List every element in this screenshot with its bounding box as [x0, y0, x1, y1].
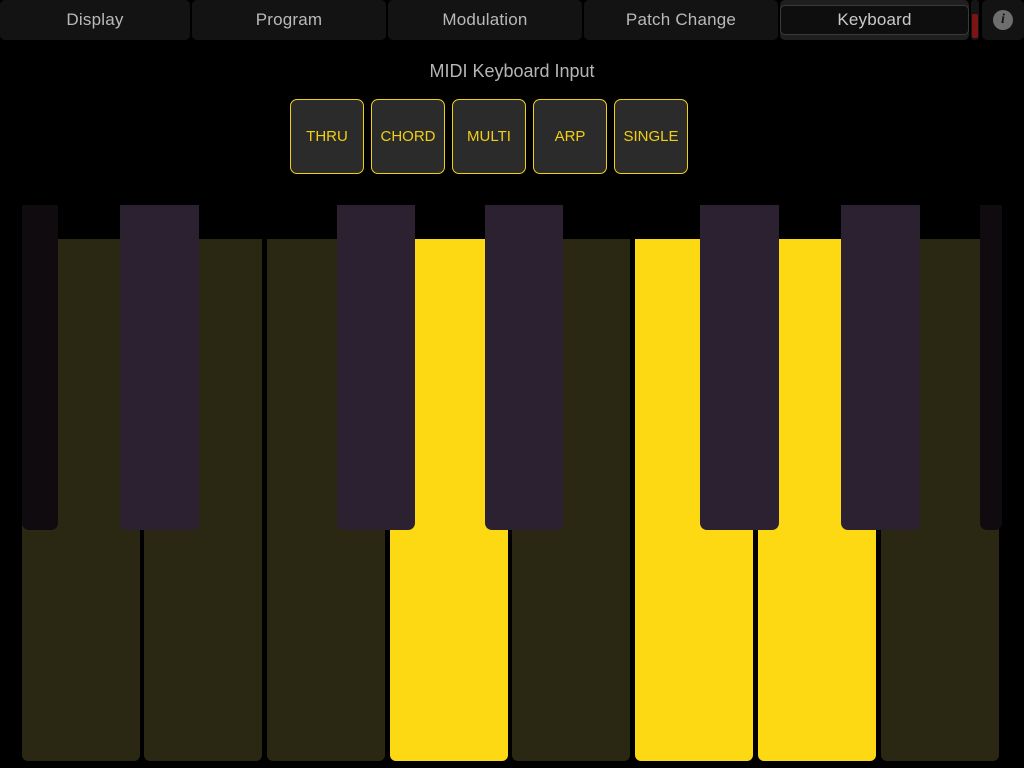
tab-label: Program — [256, 10, 323, 30]
tab-label: Patch Change — [626, 10, 736, 30]
info-icon: i — [993, 10, 1013, 30]
tab-display[interactable]: Display — [0, 0, 190, 40]
tab-keyboard[interactable]: Keyboard — [780, 0, 969, 40]
mode-button-multi[interactable]: MULTI — [452, 99, 526, 174]
mode-button-single[interactable]: SINGLE — [614, 99, 688, 174]
mode-button-label: SINGLE — [623, 128, 678, 145]
tab-modulation[interactable]: Modulation — [388, 0, 582, 40]
black-key[interactable] — [980, 205, 1002, 530]
mode-button-chord[interactable]: CHORD — [371, 99, 445, 174]
record-indicator — [971, 0, 979, 40]
black-key[interactable] — [22, 205, 58, 530]
tab-program[interactable]: Program — [192, 0, 386, 40]
tab-bar: Display Program Modulation Patch Change Keyb… — [0, 0, 1024, 40]
mode-button-label: THRU — [306, 128, 348, 145]
mode-button-label: MULTI — [467, 128, 511, 145]
mode-button-arp[interactable]: ARP — [533, 99, 607, 174]
record-led — [972, 14, 978, 38]
mode-button-label: CHORD — [381, 128, 436, 145]
mode-button-thru[interactable]: THRU — [290, 99, 364, 174]
black-key[interactable] — [841, 205, 920, 530]
page-title: MIDI Keyboard Input — [0, 61, 1024, 82]
tab-label: Keyboard — [780, 5, 969, 35]
piano-keyboard[interactable] — [0, 195, 1024, 768]
black-key[interactable] — [485, 205, 563, 530]
tab-label: Modulation — [442, 10, 527, 30]
black-key[interactable] — [700, 205, 779, 530]
mode-button-label: ARP — [555, 128, 586, 145]
black-key[interactable] — [120, 205, 199, 530]
tab-label: Display — [66, 10, 123, 30]
black-key[interactable] — [337, 205, 415, 530]
info-button[interactable]: i — [982, 0, 1024, 40]
tab-patch-change[interactable]: Patch Change — [584, 0, 778, 40]
keyboard-screen: Display Program Modulation Patch Change Keyb… — [0, 0, 1024, 768]
